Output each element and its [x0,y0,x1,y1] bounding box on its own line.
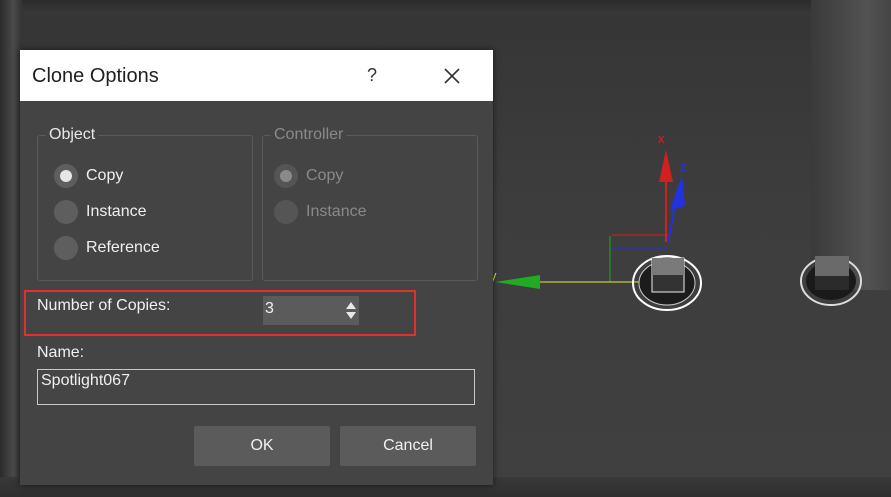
name-label: Name: [37,344,85,361]
radio-label: Instance [306,203,367,220]
spotlight-selected[interactable] [632,255,702,311]
object-group-title: Object [46,126,99,144]
radio-dot [54,164,78,188]
copies-label: Number of Copies: [37,297,171,314]
spin-down-icon[interactable] [345,310,357,322]
radio-label: Instance [86,203,147,220]
radio-label: Copy [306,167,344,184]
radio-dot [54,236,78,260]
help-button[interactable]: ? [360,62,384,88]
spotlight-other[interactable] [800,256,862,306]
dialog-title: Clone Options [32,65,159,87]
radio-dot [274,164,298,188]
ok-button[interactable]: OK [194,426,330,466]
name-field[interactable] [37,369,475,405]
close-icon [444,68,460,84]
radio-label: Copy [86,167,124,184]
gizmo-x-label: x [658,131,665,146]
controller-group-title: Controller [271,126,347,144]
cancel-button[interactable]: Cancel [340,426,476,466]
close-button[interactable] [438,62,466,90]
controller-group: Controller Copy Instance [262,126,478,281]
radio-dot [274,200,298,224]
radio-label: Reference [86,239,160,256]
dialog-titlebar: Clone Options ? [20,50,493,101]
clone-options-dialog: Clone Options ? Object Copy Instance Ref… [20,50,493,485]
object-group: Object Copy Instance Reference [37,126,253,281]
copies-spinner[interactable]: 3 [263,296,359,325]
copies-value[interactable]: 3 [265,300,274,318]
radio-dot [54,200,78,224]
gizmo-z-label: z [680,159,687,174]
